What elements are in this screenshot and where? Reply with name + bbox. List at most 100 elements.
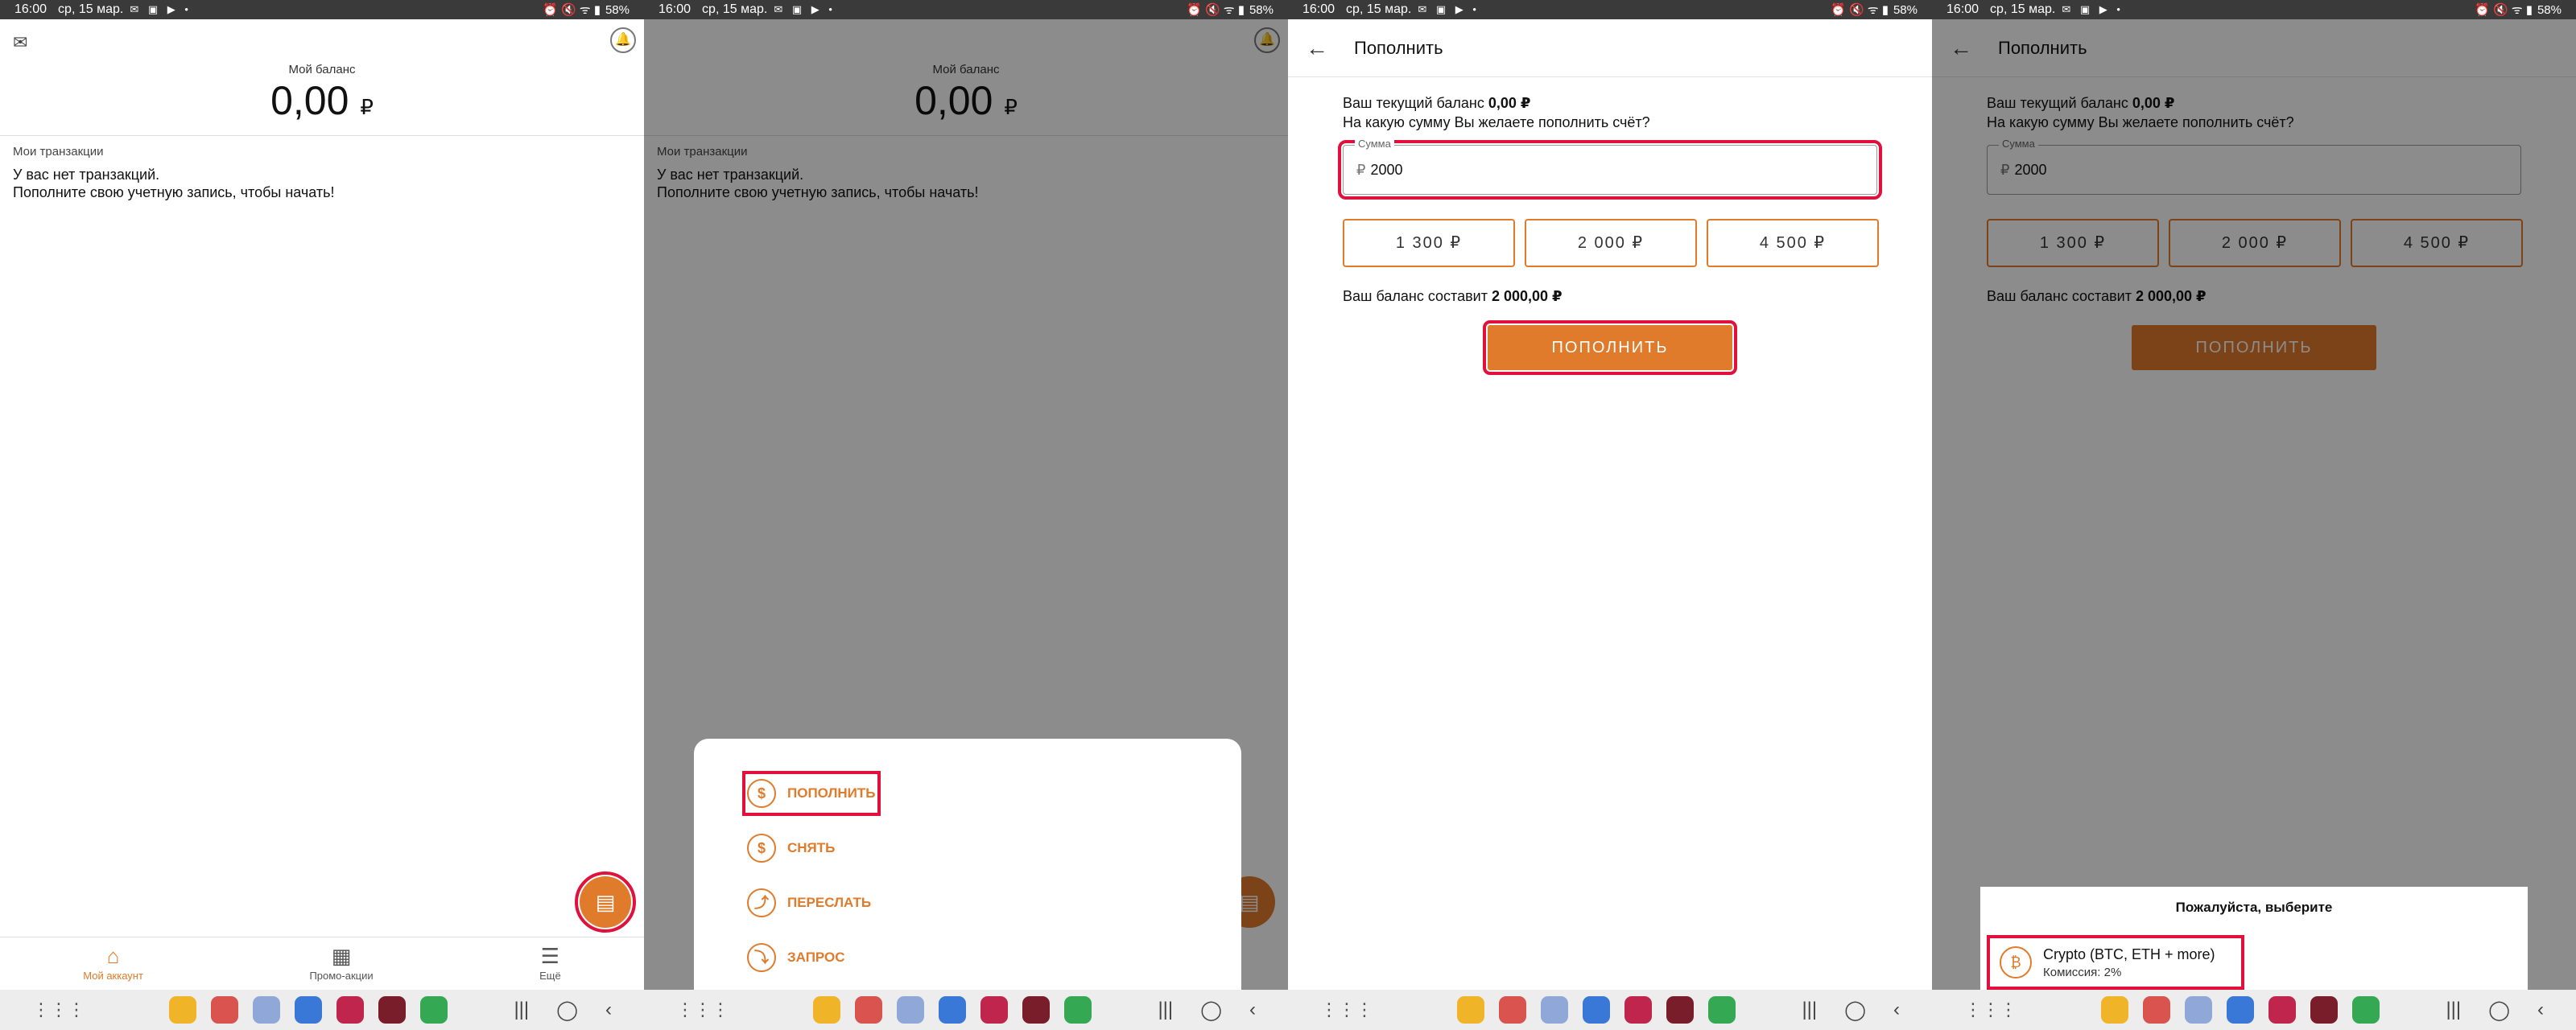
dock-app-icon[interactable] <box>2101 996 2128 1024</box>
dock-app-icon[interactable] <box>1499 996 1526 1024</box>
status-time: 16:00 <box>14 2 47 16</box>
empty-line-2: Пополните свою учетную запись, чтобы нач… <box>13 184 335 200</box>
dock-app-icon[interactable] <box>2143 996 2170 1024</box>
battery-level: 58% <box>605 2 630 17</box>
back-icon[interactable]: ‹ <box>1249 999 1256 1021</box>
status-date: ср, 15 мар. <box>1346 2 1412 16</box>
dock-app-icon[interactable] <box>813 996 840 1024</box>
modal-scrim[interactable] <box>1932 19 2576 990</box>
amount-question: На какую сумму Вы желаете пополнить счёт… <box>1343 114 1650 130</box>
balance-currency: ₽ <box>360 95 374 119</box>
status-date: ср, 15 мар. <box>1990 2 2056 16</box>
home-button-icon[interactable]: ◯ <box>1200 999 1222 1022</box>
dock-app-icon[interactable] <box>2268 996 2296 1024</box>
back-arrow-icon[interactable]: ← <box>1306 35 1354 61</box>
action-request[interactable]: ⤵ ЗАПРОС <box>747 940 845 975</box>
app-dock <box>1457 996 1736 1024</box>
nav-promotions[interactable]: ▦ Промо-акции <box>309 946 373 982</box>
dock-app-icon[interactable] <box>1583 996 1610 1024</box>
dock-app-icon[interactable] <box>2227 996 2254 1024</box>
apps-grid-icon[interactable]: ⋮⋮⋮ <box>1964 999 2017 1020</box>
method-fee: Комиссия: 2% <box>2043 965 2122 979</box>
system-navigation-bar: ⋮⋮⋮ ||| ◯ ‹ <box>0 990 644 1030</box>
status-time: 16:00 <box>658 2 691 16</box>
deposit-icon: $ <box>747 779 776 808</box>
nav-my-account[interactable]: ⌂ Мой аккаунт <box>83 946 143 982</box>
bell-icon[interactable]: 🔔 <box>610 27 636 53</box>
status-date: ср, 15 мар. <box>58 2 124 16</box>
dock-app-icon[interactable] <box>378 996 406 1024</box>
home-button-icon[interactable]: ◯ <box>2488 999 2510 1022</box>
dock-app-icon[interactable] <box>253 996 280 1024</box>
status-system-icons: ⏰ 🔇 ᯤ ▮ <box>543 3 601 17</box>
dock-app-icon[interactable] <box>1708 996 1736 1024</box>
status-notification-icons: ✉ ▣ ▶ • <box>1418 3 1480 15</box>
apps-grid-icon[interactable]: ⋮⋮⋮ <box>32 999 85 1020</box>
dock-app-icon[interactable] <box>2185 996 2212 1024</box>
status-notification-icons: ✉ ▣ ▶ • <box>2062 3 2124 15</box>
action-label: ПОПОЛНИТЬ <box>787 785 876 801</box>
nav-label: Мой аккаунт <box>83 970 143 982</box>
back-icon[interactable]: ‹ <box>605 999 612 1021</box>
recents-icon[interactable]: ||| <box>2446 999 2461 1021</box>
method-name: Crypto (BTC, ETH + more) <box>2043 946 2215 962</box>
payment-method-crypto[interactable]: ₿ Crypto (BTC, ETH + more) Комиссия: 2% <box>1987 935 2244 990</box>
panel-topup: 16:00 ср, 15 мар. ✉ ▣ ▶ • ⏰ 🔇 ᯤ ▮ 58% ← … <box>1288 0 1932 1030</box>
panel-home: 16:00 ср, 15 мар. ✉ ▣ ▶ • ⏰ 🔇 ᯤ ▮ 58% ✉ … <box>0 0 644 1030</box>
action-label: ПЕРЕСЛАТЬ <box>787 895 872 910</box>
withdraw-icon: $ <box>747 834 776 863</box>
action-deposit[interactable]: $ ПОПОЛНИТЬ <box>742 771 881 816</box>
mail-icon[interactable]: ✉ <box>13 32 27 53</box>
action-withdraw[interactable]: $ СНЯТЬ <box>747 830 835 866</box>
home-button-icon[interactable]: ◯ <box>556 999 578 1022</box>
transactions-empty-message: У вас нет транзакций. Пополните свою уче… <box>13 166 335 201</box>
dock-app-icon[interactable] <box>169 996 196 1024</box>
panel-payment-method: 16:00 ср, 15 мар. ✉ ▣ ▶ • ⏰ 🔇 ᯤ ▮ 58% ← … <box>1932 0 2576 1030</box>
dock-app-icon[interactable] <box>980 996 1008 1024</box>
recents-icon[interactable]: ||| <box>514 999 529 1021</box>
preset-button[interactable]: 2 000 ₽ <box>1525 219 1697 267</box>
dock-app-icon[interactable] <box>1666 996 1694 1024</box>
apps-grid-icon[interactable]: ⋮⋮⋮ <box>1320 999 1373 1020</box>
recents-icon[interactable]: ||| <box>1802 999 1817 1021</box>
dock-app-icon[interactable] <box>1064 996 1092 1024</box>
wallet-icon: ▤ <box>595 890 616 914</box>
dock-app-icon[interactable] <box>1457 996 1484 1024</box>
dock-app-icon[interactable] <box>295 996 322 1024</box>
result-value: 2 000,00 ₽ <box>1491 288 1563 304</box>
apps-grid-icon[interactable]: ⋮⋮⋮ <box>676 999 729 1020</box>
page-title: Пополнить <box>1354 37 1443 58</box>
app-dock <box>2101 996 2380 1024</box>
dock-app-icon[interactable] <box>1541 996 1568 1024</box>
wallet-fab-button[interactable]: ▤ <box>575 871 636 933</box>
dock-app-icon[interactable] <box>420 996 448 1024</box>
preset-button[interactable]: 1 300 ₽ <box>1343 219 1515 267</box>
dock-app-icon[interactable] <box>1022 996 1050 1024</box>
dock-app-icon[interactable] <box>897 996 924 1024</box>
recents-icon[interactable]: ||| <box>1158 999 1173 1021</box>
preset-button[interactable]: 4 500 ₽ <box>1707 219 1879 267</box>
app-bar: ← Пополнить <box>1288 19 1932 77</box>
action-transfer[interactable]: ⤴ ПЕРЕСЛАТЬ <box>747 885 871 921</box>
dock-app-icon[interactable] <box>2352 996 2380 1024</box>
deposit-submit-button[interactable]: ПОПОЛНИТЬ <box>1483 320 1737 375</box>
status-bar: 16:00 ср, 15 мар. ✉ ▣ ▶ • ⏰ 🔇 ᯤ ▮ 58% <box>1288 0 1932 19</box>
nav-more[interactable]: ☰ Ещё <box>539 946 561 982</box>
back-icon[interactable]: ‹ <box>1893 999 1900 1021</box>
status-bar: 16:00 ср, 15 мар. ✉ ▣ ▶ • ⏰ 🔇 ᯤ ▮ 58% <box>0 0 644 19</box>
dock-app-icon[interactable] <box>336 996 364 1024</box>
back-icon[interactable]: ‹ <box>2537 999 2544 1021</box>
dock-app-icon[interactable] <box>1624 996 1652 1024</box>
balance-amount: 0,00 <box>270 78 349 123</box>
dock-app-icon[interactable] <box>2310 996 2338 1024</box>
dock-app-icon[interactable] <box>855 996 882 1024</box>
dock-app-icon[interactable] <box>211 996 238 1024</box>
system-navigation-bar: ⋮⋮⋮ ||| ◯ ‹ <box>644 990 1288 1030</box>
empty-line-1: У вас нет транзакций. <box>13 167 160 183</box>
amount-field-label: Сумма <box>1355 138 1394 150</box>
status-date: ср, 15 мар. <box>702 2 768 16</box>
home-button-icon[interactable]: ◯ <box>1844 999 1866 1022</box>
dock-app-icon[interactable] <box>939 996 966 1024</box>
system-navigation-bar: ⋮⋮⋮ ||| ◯ ‹ <box>1932 990 2576 1030</box>
amount-field[interactable]: Сумма ₽2000 <box>1338 138 1882 200</box>
